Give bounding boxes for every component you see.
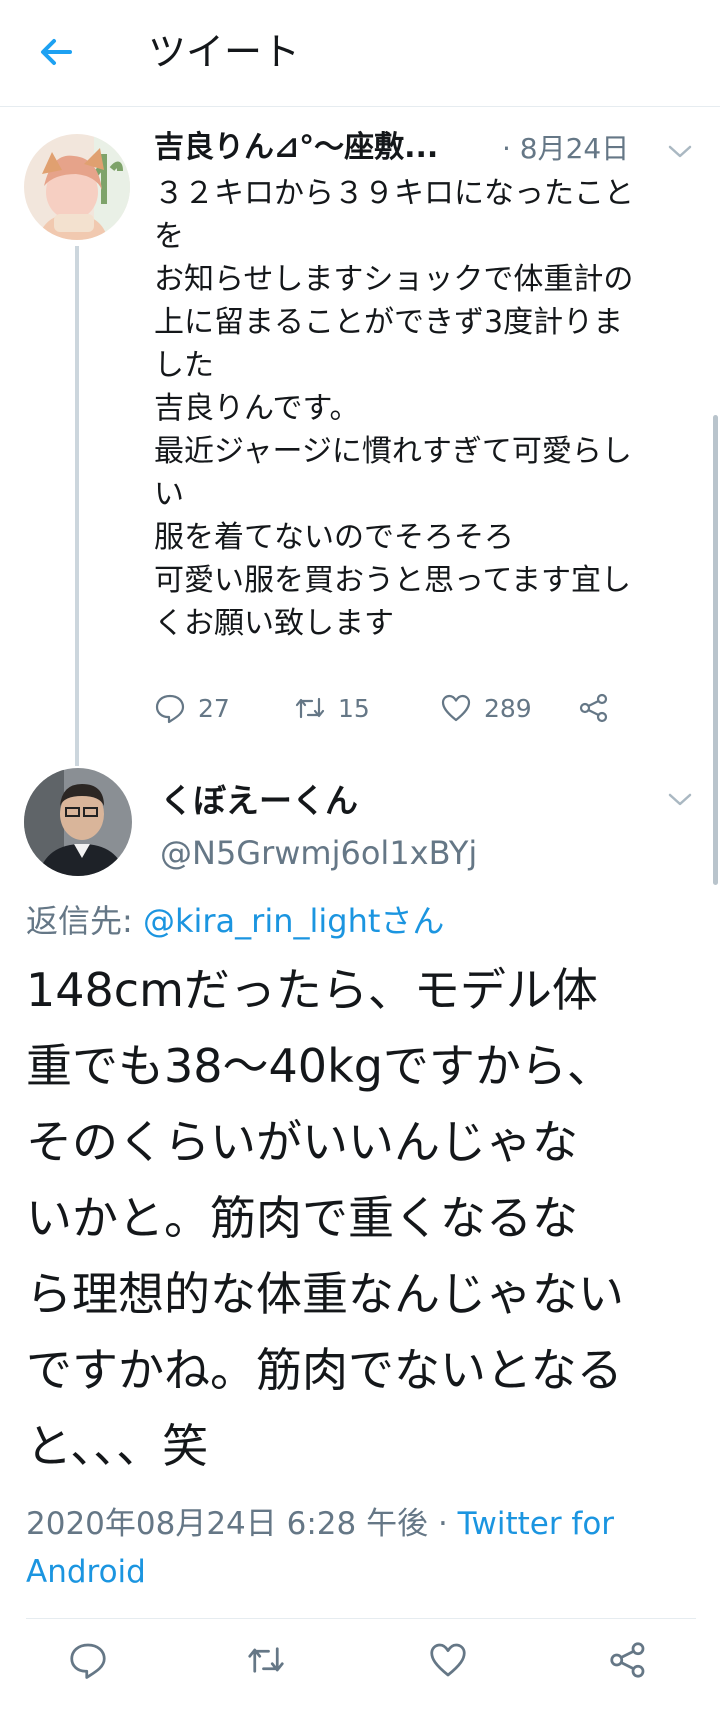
like-button[interactable] — [428, 1640, 476, 1688]
reply-mention-link[interactable]: @kira_rin_lightさん — [143, 902, 444, 940]
reply-icon — [70, 1643, 106, 1679]
avatar[interactable] — [24, 768, 132, 876]
tweet-date[interactable]: · 8月24日 — [502, 131, 629, 167]
heart-icon — [441, 694, 471, 722]
tweet-text: 148cmだったら、モデル体 重でも38〜40kgですから、 そのくらいがいいん… — [26, 963, 624, 1473]
reply-context: 返信先: @kira_rin_lightさん — [26, 900, 444, 942]
heart-icon — [430, 1643, 466, 1677]
divider — [26, 1618, 696, 1619]
tweet-text: ３２キロから３９キロになったこと を お知らせしますショックで体重計の 上に留ま… — [154, 176, 634, 641]
reply-button[interactable] — [68, 1640, 116, 1688]
arrow-left-icon[interactable] — [34, 30, 78, 74]
like-button[interactable]: 289 — [440, 688, 532, 728]
reply-count: 27 — [198, 693, 230, 723]
share-button[interactable] — [578, 688, 610, 728]
retweet-button[interactable] — [246, 1640, 294, 1688]
reply-button[interactable]: 27 — [154, 688, 230, 728]
author-handle[interactable]: @N5Grwmj6ol1xBYj — [160, 832, 477, 874]
chevron-down-icon[interactable] — [666, 142, 694, 162]
tweet-meta: 2020年08月24日 6:28 午後 · Twitter for Androi… — [26, 1500, 696, 1596]
retweet-count: 15 — [338, 693, 370, 723]
author-name[interactable]: くぼえーくん — [160, 780, 358, 822]
author-name[interactable]: 吉良りん⊿°〜座敷... — [154, 128, 438, 168]
thread-connector-line — [75, 246, 79, 766]
retweet-icon — [248, 1647, 284, 1673]
retweet-button[interactable]: 15 — [294, 688, 370, 728]
tweet-timestamp[interactable]: 2020年08月24日 6:28 午後 · — [26, 1506, 458, 1542]
reply-icon — [155, 694, 185, 724]
retweet-icon — [295, 697, 325, 719]
scrollbar[interactable] — [713, 415, 718, 885]
top-app-bar: ツイート — [0, 0, 720, 107]
page-title: ツイート — [148, 30, 301, 74]
share-icon — [579, 693, 608, 723]
share-icon — [610, 1642, 645, 1678]
like-count: 289 — [484, 693, 532, 723]
chevron-down-icon[interactable] — [666, 790, 694, 810]
reply-prefix: 返信先: — [26, 902, 143, 940]
share-button[interactable] — [608, 1640, 656, 1688]
avatar[interactable] — [24, 134, 130, 240]
